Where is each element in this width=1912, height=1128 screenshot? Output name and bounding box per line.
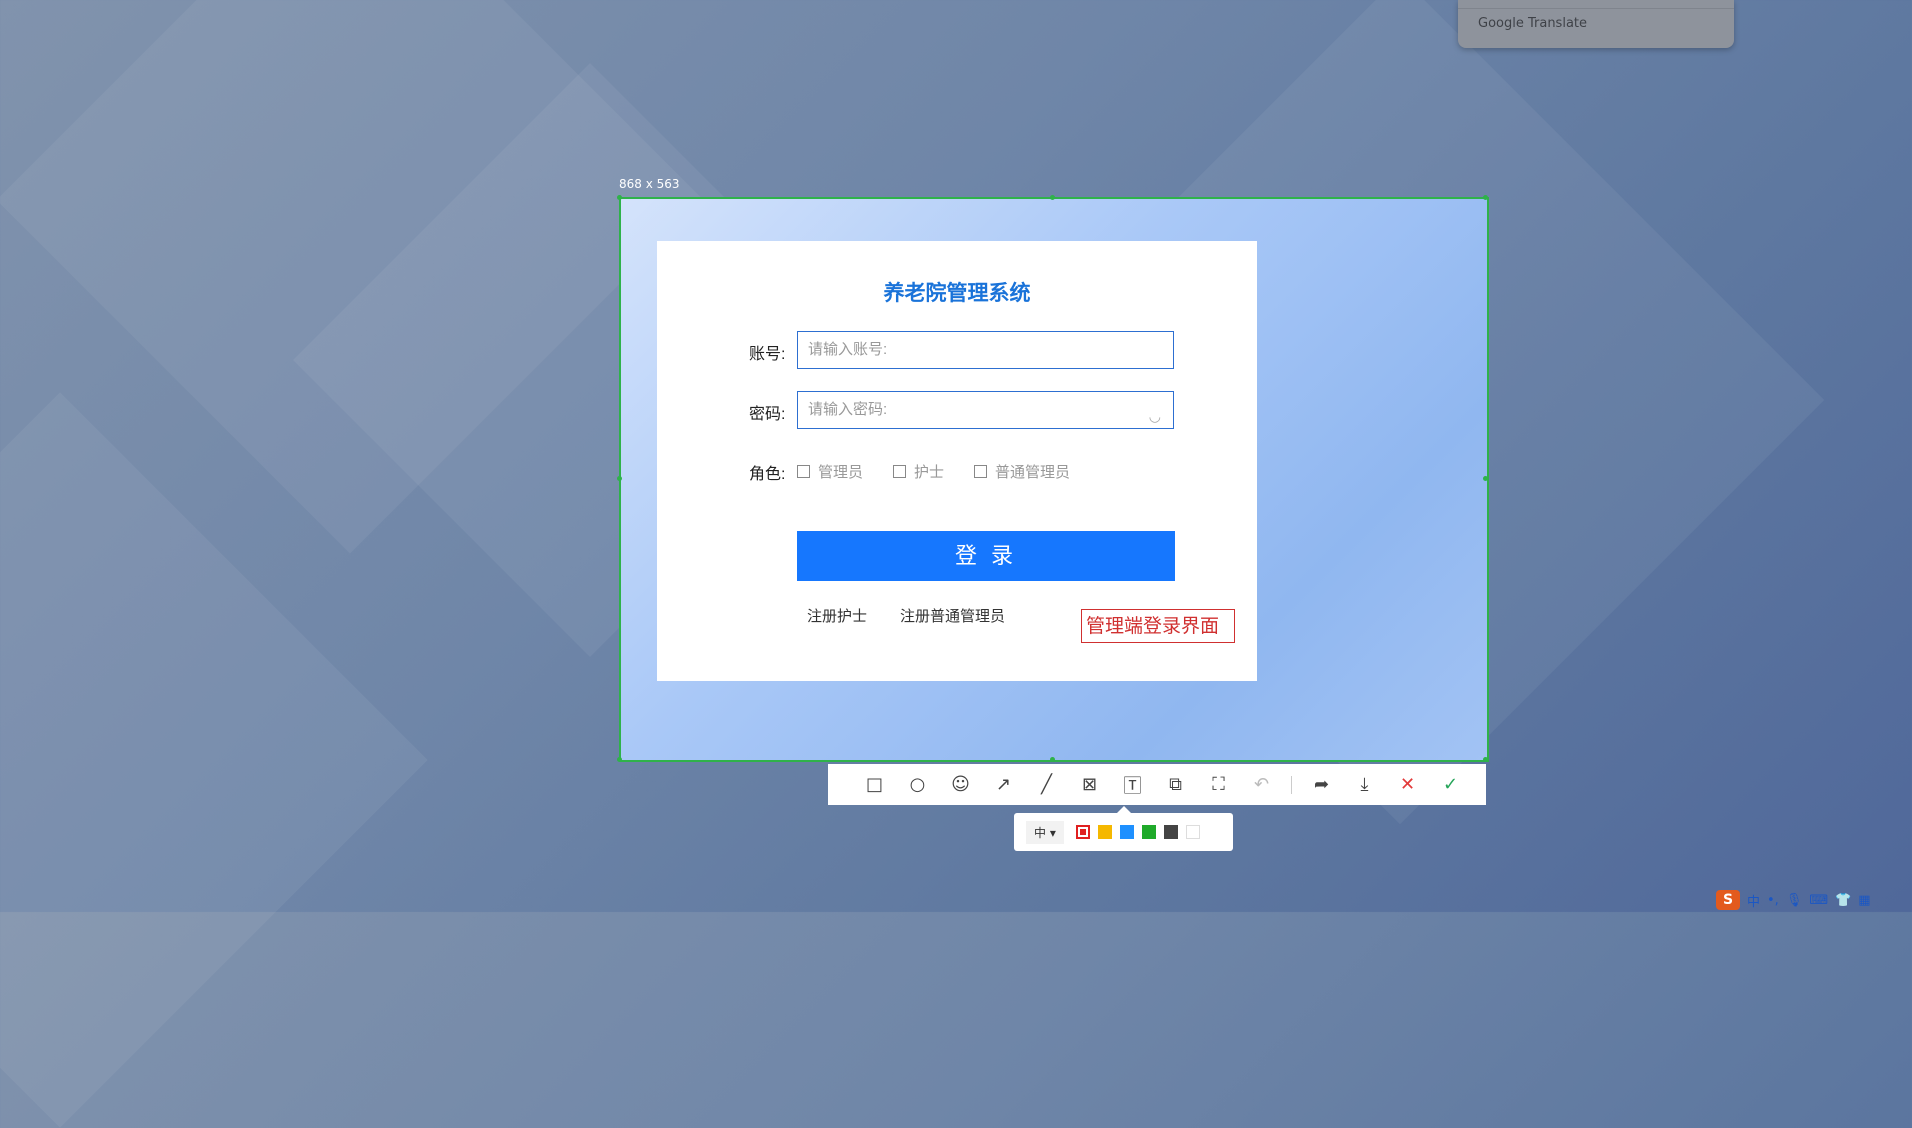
- rectangle-icon[interactable]: □: [853, 764, 896, 805]
- checkbox[interactable]: [797, 465, 810, 478]
- resize-handle[interactable]: [617, 476, 622, 481]
- checkbox[interactable]: [974, 465, 988, 478]
- checkbox[interactable]: [893, 465, 907, 478]
- pointer-arrow: [1117, 806, 1131, 813]
- undo-icon[interactable]: ↶: [1240, 764, 1283, 805]
- resize-handle[interactable]: [1483, 476, 1488, 481]
- resize-handle[interactable]: [1050, 195, 1055, 200]
- ime-mode[interactable]: 中: [1747, 891, 1760, 910]
- confirm-icon[interactable]: ✓: [1429, 764, 1472, 805]
- punctuation-icon[interactable]: •,: [1767, 893, 1779, 908]
- translate-brand: Google Translate: [1478, 16, 1588, 31]
- ocr-icon[interactable]: ⛶: [1197, 764, 1240, 805]
- resize-handle[interactable]: [1050, 757, 1055, 762]
- grid-icon[interactable]: ▦: [1858, 893, 1870, 908]
- role-text: 普通管理员: [995, 463, 1071, 481]
- role-text: 管理员: [818, 463, 864, 481]
- ime-tray: S 中 •, 🎙 ⌨ 👕 ▦: [1716, 890, 1878, 910]
- text-annotation[interactable]: 管理端登录界面: [1081, 609, 1235, 643]
- capture-dimensions: 868 x 563: [619, 177, 680, 191]
- emoji-icon[interactable]: ☺: [939, 764, 982, 805]
- password-input[interactable]: 请输入密码: ◡: [797, 391, 1174, 429]
- login-button[interactable]: 登 录: [797, 531, 1175, 581]
- password-placeholder: 请输入密码:: [808, 401, 888, 418]
- line-icon[interactable]: ╱: [1025, 764, 1068, 805]
- resize-handle[interactable]: [617, 195, 622, 200]
- color-swatch-dark[interactable]: [1163, 825, 1178, 839]
- sogou-icon[interactable]: S: [1716, 890, 1740, 910]
- register-admin-link[interactable]: 注册普通管理员: [900, 605, 1005, 626]
- resize-handle[interactable]: [1483, 195, 1488, 200]
- register-nurse-link[interactable]: 注册护士: [807, 605, 867, 626]
- resize-handle[interactable]: [1483, 757, 1488, 762]
- shirt-icon[interactable]: 👕: [1835, 893, 1851, 908]
- divider: [1458, 8, 1734, 9]
- text-icon[interactable]: 🅃: [1111, 764, 1154, 805]
- role-text: 护士: [914, 463, 945, 481]
- arrow-icon[interactable]: ↗: [982, 764, 1025, 805]
- page-title: 养老院管理系统: [883, 282, 1031, 305]
- text-style-bar: 中 ▾: [1014, 813, 1233, 851]
- mosaic-icon[interactable]: ⊠: [1068, 764, 1111, 805]
- microphone-icon[interactable]: 🎙: [1786, 893, 1803, 908]
- account-input[interactable]: 请输入账号:: [797, 331, 1174, 369]
- color-swatch-green[interactable]: [1141, 825, 1156, 839]
- divider: [1291, 775, 1292, 794]
- keyboard-icon[interactable]: ⌨: [1809, 893, 1828, 908]
- password-label: 密码:: [749, 406, 786, 423]
- share-icon[interactable]: ➦: [1300, 764, 1343, 805]
- role-options: 管理员 护士 普通管理员: [797, 461, 1100, 482]
- color-swatch-yellow[interactable]: [1097, 825, 1112, 839]
- resize-handle[interactable]: [617, 757, 622, 762]
- copy-icon[interactable]: ⧉: [1154, 764, 1197, 805]
- cancel-icon[interactable]: ✕: [1386, 764, 1429, 805]
- account-placeholder: 请输入账号:: [808, 341, 888, 358]
- account-label: 账号:: [749, 346, 786, 363]
- color-swatch-white[interactable]: [1185, 825, 1200, 839]
- font-size-select[interactable]: 中 ▾: [1026, 820, 1064, 844]
- role-option-general-admin[interactable]: 普通管理员: [974, 461, 1070, 482]
- translate-popup: Google Translate: [1458, 0, 1734, 48]
- role-option-admin[interactable]: 管理员: [797, 461, 863, 482]
- login-card: 养老院管理系统 账号: 请输入账号: 密码: 请输入密码: ◡ 角色: 管理员 …: [657, 241, 1257, 681]
- color-swatch-blue[interactable]: [1119, 825, 1134, 839]
- eye-icon[interactable]: ◡: [1149, 398, 1161, 434]
- color-swatch-red[interactable]: [1075, 825, 1090, 839]
- role-label: 角色:: [749, 466, 786, 483]
- font-size-value: 中: [1034, 825, 1047, 840]
- ellipse-icon[interactable]: ○: [896, 764, 939, 805]
- save-icon[interactable]: ⤓: [1343, 764, 1386, 805]
- screenshot-toolbar: □ ○ ☺ ↗ ╱ ⊠ 🅃 ⧉ ⛶ ↶ ➦ ⤓ ✕ ✓: [828, 764, 1486, 805]
- role-option-nurse[interactable]: 护士: [893, 461, 944, 482]
